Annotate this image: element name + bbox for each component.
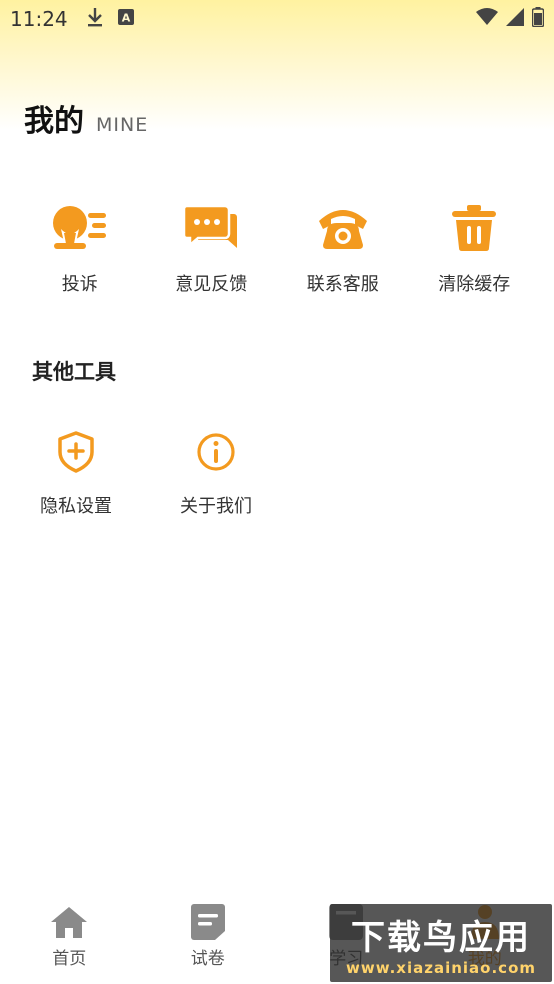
home-icon	[49, 902, 89, 942]
complaint-button[interactable]: 投诉	[14, 198, 146, 296]
tab-exam[interactable]: 试卷	[139, 896, 278, 984]
tab-home[interactable]: 首页	[0, 896, 139, 984]
watermark-overlay: 下载鸟应用 www.xiazainiao.com	[330, 904, 552, 982]
clear-cache-button[interactable]: 清除缓存	[409, 198, 541, 296]
privacy-settings-label: 隐私设置	[40, 496, 112, 517]
privacy-settings-button[interactable]: 隐私设置	[6, 428, 146, 518]
text-a-icon: A	[117, 9, 134, 29]
quick-actions-grid: 投诉 意见反馈 联系客服 清除缓存	[14, 198, 540, 296]
phone-icon	[313, 198, 373, 258]
tab-home-label: 首页	[52, 949, 87, 969]
info-icon	[192, 428, 240, 476]
status-time: 11:24	[10, 7, 68, 31]
watermark-url: www.xiazainiao.com	[345, 958, 537, 977]
privacy-shield-icon	[52, 428, 100, 476]
battery-icon	[531, 7, 545, 31]
clear-cache-label: 清除缓存	[438, 274, 511, 295]
page-title: 我的	[24, 104, 84, 139]
status-bar: 11:24 A	[0, 0, 554, 38]
feedback-icon	[181, 198, 241, 258]
page-header: 我的 MINE	[24, 96, 148, 140]
download-icon	[86, 7, 104, 31]
feedback-button[interactable]: 意见反馈	[146, 198, 278, 296]
trash-icon	[444, 198, 504, 258]
complaint-label: 投诉	[61, 274, 98, 295]
watermark-main-text: 下载鸟应用	[351, 917, 531, 958]
contact-service-button[interactable]: 联系客服	[277, 198, 409, 296]
signal-icon	[506, 8, 524, 30]
contact-service-label: 联系客服	[306, 274, 379, 295]
exam-paper-icon	[188, 902, 228, 942]
other-tools-title: 其他工具	[32, 360, 116, 384]
feedback-label: 意见反馈	[175, 274, 248, 295]
other-tools-grid: 隐私设置 关于我们	[6, 428, 286, 518]
complaint-icon	[50, 198, 110, 258]
page-subtitle: MINE	[96, 114, 149, 136]
tab-exam-label: 试卷	[190, 949, 225, 969]
about-us-button[interactable]: 关于我们	[146, 428, 286, 518]
about-us-label: 关于我们	[180, 496, 252, 517]
wifi-icon	[476, 8, 498, 30]
svg-text:A: A	[121, 12, 130, 25]
